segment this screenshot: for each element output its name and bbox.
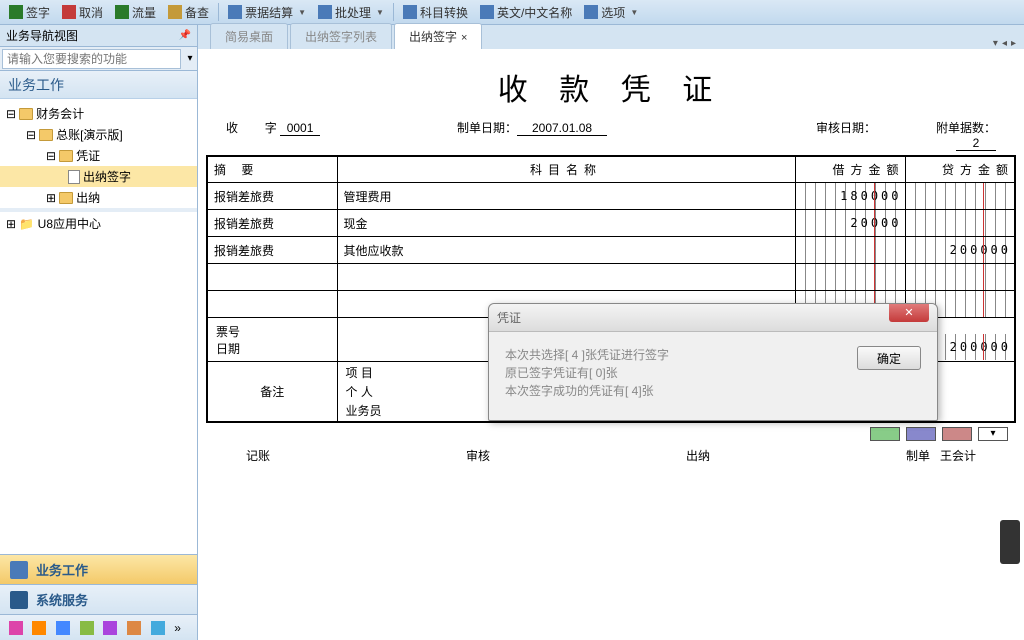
sign-cashier: 出纳	[686, 447, 710, 464]
voucher-number: 0001	[280, 121, 320, 136]
col-summary: 摘 要	[207, 156, 337, 183]
voucher-document: 收 款 凭 证 收 字 0001 制单日期：2007.01.08 审核日期：附单…	[198, 49, 1024, 640]
side-collapsed-tab[interactable]	[1000, 520, 1020, 564]
tab-nav-left[interactable]: ◂	[1002, 38, 1007, 49]
toolbar-options[interactable]: 选项▼	[579, 3, 643, 22]
toolbar-backup[interactable]: 备查	[163, 3, 214, 22]
toolbar-flow[interactable]: 流量	[110, 3, 161, 22]
sign-audit: 审核	[466, 447, 490, 464]
content-area: 简易桌面 出纳签字列表 出纳签字× ▾ ◂ ▸ 收 款 凭 证 收 字 0001…	[198, 25, 1024, 640]
close-icon[interactable]: ×	[461, 32, 467, 44]
nav-system-service[interactable]: 系统服务	[0, 584, 197, 614]
toolbar-lang-toggle[interactable]: 英文/中文名称	[475, 3, 577, 22]
folder-icon	[19, 108, 33, 120]
action-icon-3[interactable]	[942, 427, 972, 441]
dialog-message: 本次共选择[ 4 ]张凭证进行签字 原已签字凭证有[ 0]张 本次签字成功的凭证…	[505, 346, 857, 400]
bottom-nav: 业务工作 系统服务 »	[0, 554, 197, 640]
main-toolbar: 签字 取消 流量 备查 票据结算▼ 批处理▼ 科目转换 英文/中文名称 选项▼	[0, 0, 1024, 25]
tree-cashier[interactable]: ⊞出纳	[0, 187, 197, 208]
voucher-action-bar: ▾	[214, 427, 1008, 441]
col-subject: 科目名称	[337, 156, 795, 183]
tree-cashier-sign[interactable]: 出纳签字	[0, 166, 197, 187]
chevron-down-icon: ▼	[298, 8, 306, 17]
sign-record: 记账	[246, 447, 270, 464]
monitor-icon	[10, 591, 28, 609]
expand-icon[interactable]: »	[174, 621, 188, 635]
pin-icon[interactable]: 📌	[179, 30, 191, 41]
search-input[interactable]	[2, 49, 181, 69]
chevron-down-icon: ▼	[376, 8, 384, 17]
mini-icon-6[interactable]	[127, 621, 141, 635]
tab-bar: 简易桌面 出纳签字列表 出纳签字× ▾ ◂ ▸	[198, 25, 1024, 49]
voucher-title: 收 款 凭 证	[206, 65, 1016, 109]
sidebar-title: 业务导航视图 📌	[0, 25, 197, 47]
folder-icon	[59, 150, 73, 162]
table-row[interactable]: 报销差旅费 管理费用 180000	[207, 183, 1015, 210]
tab-nav-prev[interactable]: ▾	[993, 38, 998, 49]
toolbar-batch[interactable]: 批处理▼	[313, 3, 389, 22]
dialog-title-bar[interactable]: 凭证 ✕	[489, 304, 937, 332]
mini-icon-1[interactable]	[9, 621, 23, 635]
mini-icon-7[interactable]	[151, 621, 165, 635]
bottom-icons: »	[0, 614, 197, 640]
tab-simple-desktop[interactable]: 简易桌面	[210, 23, 288, 49]
sidebar: 业务导航视图 📌 ▾ 业务工作 ⊟财务会计 ⊟总账[演示版] ⊟凭证 出纳签字 …	[0, 25, 198, 640]
dialog-close-button[interactable]: ✕	[889, 304, 929, 322]
toolbar-sign[interactable]: 签字	[4, 3, 55, 22]
u8-app-center[interactable]: ⊞ 📁 U8应用中心	[0, 212, 197, 235]
nav-tree: ⊟财务会计 ⊟总账[演示版] ⊟凭证 出纳签字 ⊞出纳 ⊞ 📁 U8应用中心	[0, 99, 197, 554]
mini-icon-4[interactable]	[80, 621, 94, 635]
mini-icon-3[interactable]	[56, 621, 70, 635]
table-row[interactable]: 报销差旅费 其他应收款 200000	[207, 237, 1015, 264]
attach-count: 2	[956, 136, 996, 151]
section-biz-work[interactable]: 业务工作	[0, 71, 197, 99]
table-row[interactable]	[207, 264, 1015, 291]
toolbar-bill-settle[interactable]: 票据结算▼	[223, 3, 311, 22]
tab-cashier-sign-list[interactable]: 出纳签字列表	[290, 23, 392, 49]
dialog-ok-button[interactable]: 确定	[857, 346, 921, 370]
tree-voucher[interactable]: ⊟凭证	[0, 145, 197, 166]
file-icon	[68, 170, 80, 184]
voucher-date: 2007.01.08	[517, 121, 607, 136]
search-dropdown-icon[interactable]: ▾	[183, 53, 197, 64]
tree-finance-accounting[interactable]: ⊟财务会计	[0, 103, 197, 124]
action-icon-1[interactable]	[870, 427, 900, 441]
tree-general-ledger[interactable]: ⊟总账[演示版]	[0, 124, 197, 145]
toolbar-subject-convert[interactable]: 科目转换	[398, 3, 473, 22]
action-down-icon[interactable]: ▾	[978, 427, 1008, 441]
col-credit: 贷方金额	[905, 156, 1015, 183]
mini-icon-5[interactable]	[103, 621, 117, 635]
nav-biz-work[interactable]: 业务工作	[0, 554, 197, 584]
action-icon-2[interactable]	[906, 427, 936, 441]
sign-maker: 制单 王会计	[906, 447, 976, 464]
chart-icon	[10, 561, 28, 579]
tab-cashier-sign[interactable]: 出纳签字×	[394, 23, 482, 49]
tab-nav-right[interactable]: ▸	[1011, 38, 1016, 49]
chevron-down-icon: ▼	[630, 8, 638, 17]
signature-footer: 记账 审核 出纳 制单 王会计	[206, 441, 1016, 464]
col-debit: 借方金额	[795, 156, 905, 183]
confirm-dialog: 凭证 ✕ 本次共选择[ 4 ]张凭证进行签字 原已签字凭证有[ 0]张 本次签字…	[488, 303, 938, 421]
table-row[interactable]: 报销差旅费 现金 20000	[207, 210, 1015, 237]
toolbar-cancel[interactable]: 取消	[57, 3, 108, 22]
folder-icon	[39, 129, 53, 141]
folder-icon	[59, 192, 73, 204]
mini-icon-2[interactable]	[32, 621, 46, 635]
